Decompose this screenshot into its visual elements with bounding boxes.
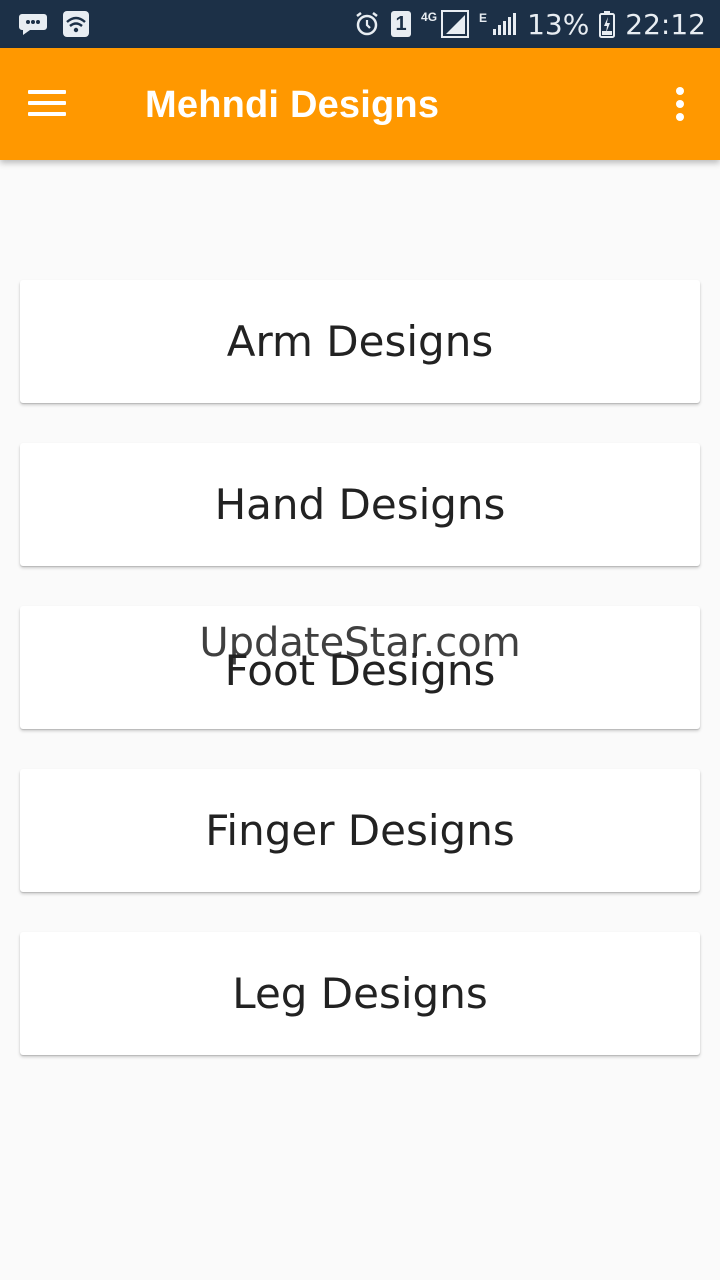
battery-percent: 13%	[527, 7, 590, 41]
card-label: Hand Designs	[214, 480, 506, 529]
finger-designs-button[interactable]: Finger Designs	[20, 769, 700, 892]
signal-4g-icon: 4G	[421, 10, 470, 38]
sim-1-icon: 1	[391, 11, 412, 37]
card-label: Foot Designs	[224, 646, 496, 695]
card-label: Leg Designs	[232, 969, 488, 1018]
overflow-menu-icon[interactable]	[670, 86, 690, 122]
arm-designs-button[interactable]: Arm Designs	[20, 280, 700, 403]
chat-icon	[19, 14, 47, 35]
network-4g-label: 4G	[421, 10, 438, 24]
signal-e-icon: E	[479, 11, 517, 37]
card-label: Finger Designs	[205, 806, 515, 855]
page-title: Mehndi Designs	[145, 84, 440, 126]
battery-charging-icon	[599, 11, 616, 38]
clock: 22:12	[625, 7, 706, 41]
wifi-icon	[63, 11, 89, 37]
foot-designs-button[interactable]: Foot Designs	[20, 606, 700, 729]
alarm-icon	[356, 12, 378, 36]
network-e-label: E	[479, 11, 488, 25]
app-bar: Mehndi Designs	[0, 48, 720, 160]
hand-designs-button[interactable]: Hand Designs	[20, 443, 700, 566]
card-label: Arm Designs	[226, 317, 494, 366]
leg-designs-button[interactable]: Leg Designs	[20, 932, 700, 1055]
hamburger-menu-icon[interactable]	[28, 90, 68, 118]
status-bar: 1 4G E 13% 22:12	[0, 0, 720, 48]
